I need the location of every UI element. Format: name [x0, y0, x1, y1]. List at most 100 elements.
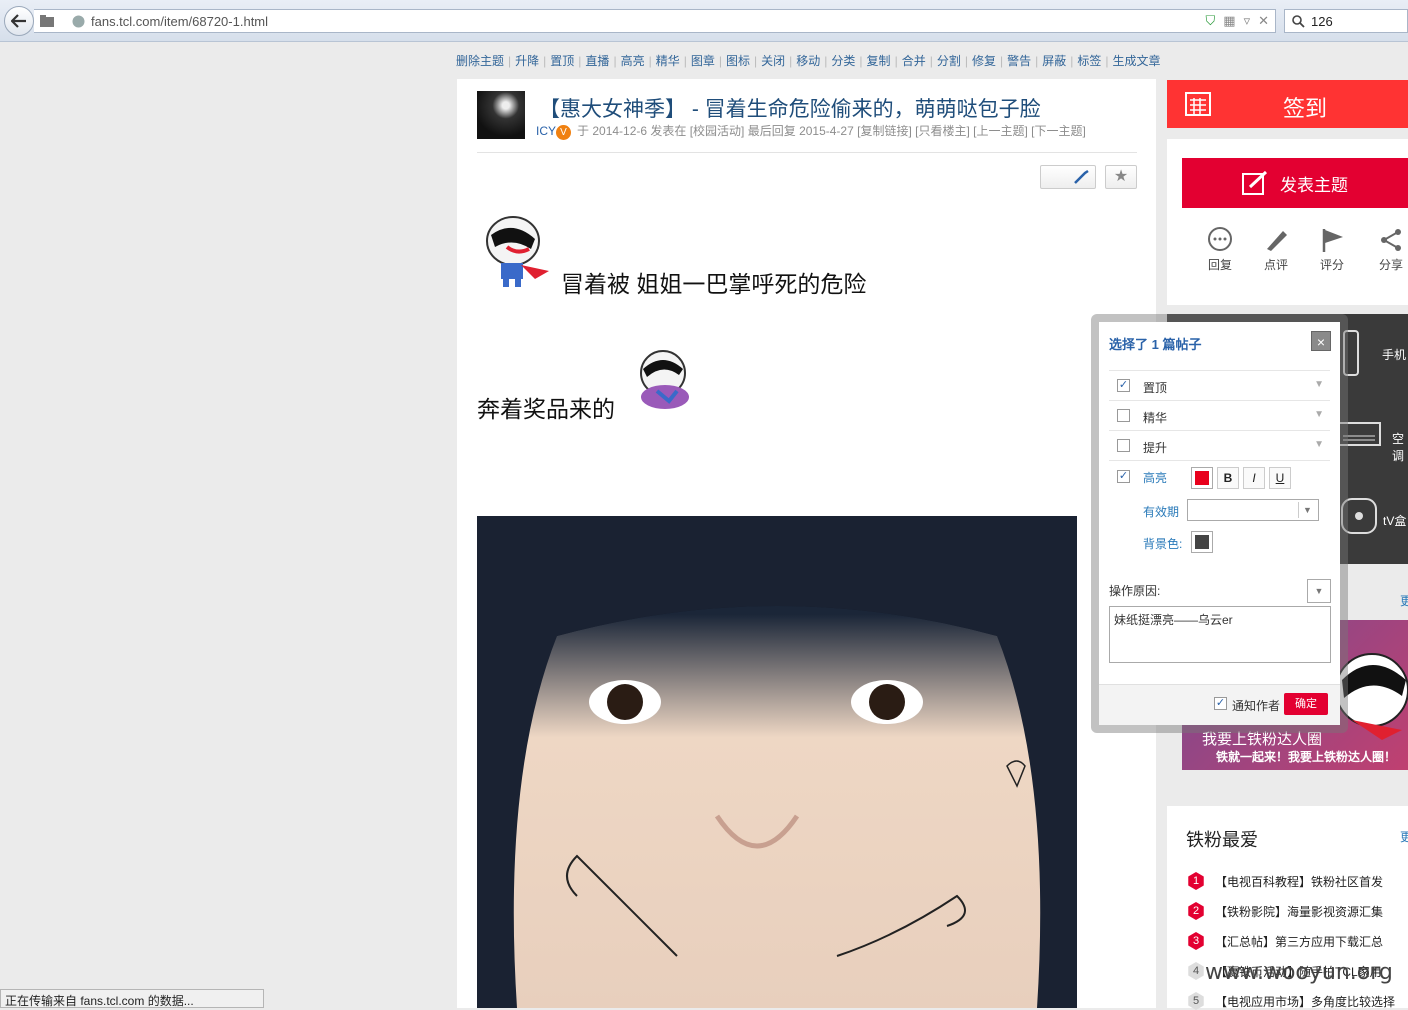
reason-label: 操作原因: [1109, 584, 1161, 598]
calendar-icon [1185, 92, 1211, 116]
dropdown-icon[interactable]: ▿ [1244, 13, 1251, 29]
toolbar-separator: | [999, 54, 1004, 68]
highlight-color-picker[interactable] [1191, 467, 1213, 489]
edit-button[interactable] [1040, 165, 1096, 189]
toolbar-separator: | [1105, 54, 1109, 68]
digest-checkbox[interactable] [1117, 409, 1130, 422]
toolbar-separator: | [1035, 54, 1039, 68]
rate-label: 评分 [1319, 258, 1344, 272]
mod-action-link[interactable]: 图标 [726, 54, 750, 68]
address-bar[interactable]: fans.tcl.com/item/68720-1.html ⛉ ▦ ▿ ✕ [34, 9, 1276, 33]
mod-action-link[interactable]: 关闭 [761, 54, 785, 68]
reply-action[interactable]: 回复 [1194, 227, 1246, 273]
sticky-checkbox[interactable]: ✓ [1117, 379, 1130, 392]
option-bump[interactable]: 提升 ▼ [1109, 430, 1330, 460]
option-digest[interactable]: 精华 ▼ [1109, 400, 1330, 430]
bump-checkbox[interactable] [1117, 439, 1130, 452]
toolbar-separator: | [508, 54, 512, 68]
back-button[interactable] [4, 6, 34, 36]
notify-author-checkbox[interactable]: ✓ [1214, 697, 1227, 710]
star-icon[interactable]: ★ [1105, 165, 1137, 189]
favorite-item[interactable]: 5 【电视应用市场】多角度比较选择 [1187, 992, 1395, 1010]
moderation-dialog: 选择了 1 篇帖子 × ✓ 置顶 ▼ 精华 ▼ 提升 ▼ ✓ 高亮 B I U … [1099, 322, 1340, 725]
brush-icon [1074, 169, 1089, 184]
post-title: 【惠大女神季】 - 冒着生命危险偷来的，萌萌哒包子脸 [539, 98, 1041, 121]
rank-badge: 5 [1188, 992, 1204, 1010]
product-phone[interactable]: 手机 [1382, 346, 1406, 363]
mod-action-link[interactable]: 高亮 [621, 54, 645, 68]
author-avatar[interactable] [477, 91, 525, 139]
search-box[interactable]: 126 [1284, 9, 1408, 33]
mod-action-link[interactable]: 生成文章 [1113, 54, 1161, 68]
confirm-button[interactable]: 确定 [1284, 693, 1328, 715]
mod-action-link[interactable]: 合并 [902, 54, 926, 68]
mod-action-link[interactable]: 分类 [831, 54, 855, 68]
chevron-down-icon[interactable]: ▼ [1314, 409, 1324, 420]
mod-action-link[interactable]: 分割 [937, 54, 961, 68]
favorite-item[interactable]: 3 【汇总帖】第三方应用下载汇总 [1187, 932, 1383, 950]
new-topic-label: 发表主题 [1280, 175, 1348, 195]
chevron-down-icon: ▼ [1298, 502, 1316, 518]
more-link[interactable]: 更 [1400, 592, 1408, 609]
reason-textarea[interactable]: 妹纸挺漂亮——乌云er [1109, 606, 1331, 663]
expiry-label: 有效期 [1143, 505, 1180, 519]
toolbar-separator: | [859, 54, 863, 68]
shield-icon[interactable]: ⛉ [1206, 13, 1216, 29]
qr-code-icon[interactable]: ▦ [1223, 13, 1235, 29]
favorites-more-link[interactable]: 更 [1400, 828, 1408, 845]
mod-action-link[interactable]: 警告 [1007, 54, 1031, 68]
mod-action-link[interactable]: 移动 [796, 54, 820, 68]
author-name[interactable]: ICY [536, 124, 556, 138]
favorites-title: 铁粉最爱 [1186, 830, 1258, 850]
post-meta: ICY V 于 2014-12-6 发表在 [校园活动] 最后回复 2015-4-2… [536, 122, 1086, 140]
chevron-down-icon[interactable]: ▼ [1314, 379, 1324, 390]
option-sticky[interactable]: ✓ 置顶 ▼ [1109, 370, 1330, 400]
review-label: 点评 [1263, 258, 1288, 272]
sign-in-button[interactable]: 签到 [1167, 80, 1408, 128]
close-icon[interactable]: × [1311, 331, 1331, 351]
mod-action-link[interactable]: 置顶 [550, 54, 574, 68]
toolbar-separator: | [578, 54, 582, 68]
post-line-2: 奔着奖品来的 [477, 396, 615, 422]
digest-label: 精华 [1143, 411, 1168, 425]
sign-in-label: 签到 [1283, 96, 1328, 121]
stop-icon[interactable]: ✕ [1258, 13, 1269, 29]
verified-icon: V [556, 125, 572, 140]
reason-dropdown[interactable]: ▼ [1307, 579, 1331, 603]
mod-action-link[interactable]: 删除主题 [456, 54, 504, 68]
italic-button[interactable]: I [1243, 467, 1265, 489]
favorite-item[interactable]: 2 【铁粉影院】海量影视资源汇集 [1187, 902, 1383, 920]
underline-button[interactable]: U [1269, 467, 1291, 489]
comment-icon [1208, 227, 1232, 251]
mascot-sticker-1 [486, 216, 549, 287]
bold-button[interactable]: B [1217, 467, 1239, 489]
expiry-select[interactable]: ▼ [1187, 499, 1319, 521]
favorite-item[interactable]: 1 【电视百科教程】铁粉社区首发 [1187, 872, 1383, 890]
background-color-picker[interactable] [1191, 531, 1213, 553]
review-action[interactable]: 点评 [1250, 227, 1302, 273]
mod-action-link[interactable]: 直播 [585, 54, 609, 68]
mod-action-link[interactable]: 屏蔽 [1042, 54, 1066, 68]
favorite-item-text: 【铁粉影院】海量影视资源汇集 [1215, 904, 1384, 919]
url-text: fans.tcl.com/item/68720-1.html [91, 14, 269, 29]
new-topic-button[interactable]: 发表主题 [1182, 158, 1408, 208]
girl-photo [477, 516, 1077, 1008]
mod-action-link[interactable]: 修复 [972, 54, 996, 68]
chevron-down-icon[interactable]: ▼ [1314, 439, 1324, 450]
rate-action[interactable]: 评分 [1306, 227, 1358, 273]
product-ac[interactable]: 空调 [1392, 430, 1408, 464]
product-tvbox[interactable]: tV盒 [1383, 512, 1406, 529]
share-action[interactable]: 分享 [1365, 227, 1408, 273]
mod-action-link[interactable]: 精华 [656, 54, 680, 68]
post-meta-text: 于 2014-12-6 发表在 [校园活动] 最后回复 2015-4-27 [复… [577, 124, 1086, 138]
rank-badge: 3 [1188, 932, 1204, 950]
mod-action-link[interactable]: 图章 [691, 54, 715, 68]
toolbar-separator: | [1070, 54, 1074, 68]
mod-action-link[interactable]: 复制 [867, 54, 891, 68]
bump-label: 提升 [1143, 441, 1168, 455]
post-photo[interactable] [477, 516, 1077, 1008]
mod-action-link[interactable]: 标签 [1077, 54, 1101, 68]
highlight-checkbox[interactable]: ✓ [1117, 470, 1130, 483]
toolbar-separator: | [964, 54, 968, 68]
mod-action-link[interactable]: 升降 [515, 54, 539, 68]
